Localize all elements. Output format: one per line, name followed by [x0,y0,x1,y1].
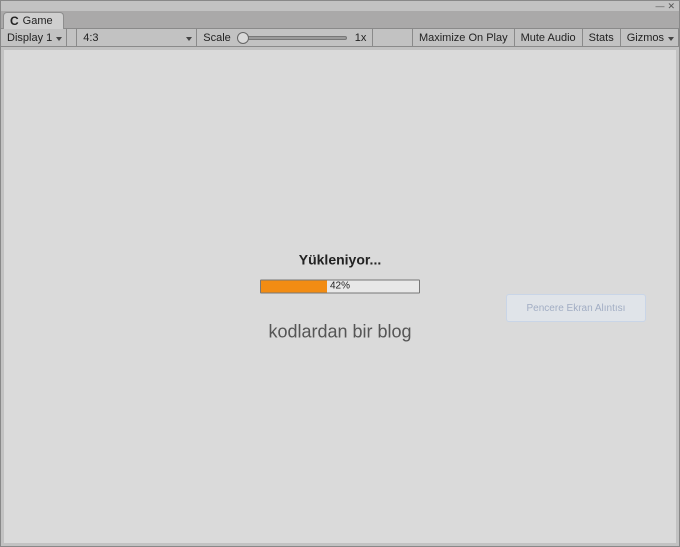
unity-logo-icon: C [10,14,19,28]
progress-percent: 42% [261,280,419,292]
game-window: — ✕ C Game Display 1 4:3 Scale 1x Maximi… [0,0,680,547]
gizmos-label: Gizmos [627,32,664,44]
toolbar-spacer [373,29,413,46]
progress-bar: 42% [260,279,420,293]
game-toolbar: Display 1 4:3 Scale 1x Maximize On Play … [1,29,679,47]
close-icon[interactable]: ✕ [667,2,675,11]
scale-value: 1x [353,32,367,44]
minimize-icon[interactable]: — [655,2,664,11]
maximize-on-play-button[interactable]: Maximize On Play [413,29,515,46]
toolbar-gap-1 [67,29,77,46]
gizmos-dropdown[interactable]: Gizmos [621,29,679,46]
display-dropdown[interactable]: Display 1 [1,29,67,46]
tab-game[interactable]: C Game [3,12,64,29]
scale-slider[interactable] [237,31,347,45]
slider-track [237,36,347,40]
stats-button[interactable]: Stats [583,29,621,46]
display-label: Display 1 [7,32,52,44]
mute-label: Mute Audio [521,32,576,44]
snipping-tool-label: Pencere Ekran Alıntısı [527,303,626,314]
snipping-tool-ghost: Pencere Ekran Alıntısı [506,294,646,322]
stats-label: Stats [589,32,614,44]
aspect-dropdown[interactable]: 4:3 [77,29,197,46]
tab-row: C Game [1,11,679,29]
tab-label: Game [23,15,53,27]
slider-thumb[interactable] [237,32,249,44]
subtitle-text: kodlardan bir blog [4,321,676,342]
loading-title: Yükleniyor... [4,251,676,267]
window-title-strip: — ✕ [1,1,679,11]
scale-group: Scale 1x [197,29,373,46]
game-viewport: Yükleniyor... 42% kodlardan bir blog Pen… [4,50,676,543]
aspect-label: 4:3 [83,32,98,44]
maximize-label: Maximize On Play [419,32,508,44]
scale-label: Scale [203,32,231,44]
mute-audio-button[interactable]: Mute Audio [515,29,583,46]
